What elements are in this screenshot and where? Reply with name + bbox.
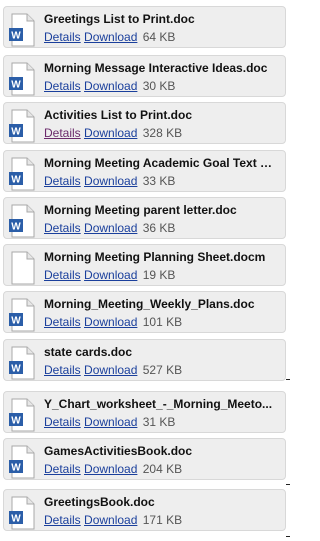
word-doc-icon[interactable]: W — [8, 204, 38, 238]
file-item: W Morning Meeting Academic Goal Text St.… — [3, 150, 286, 192]
file-name[interactable]: Morning Meeting parent letter.doc — [44, 203, 280, 217]
svg-text:W: W — [11, 316, 21, 327]
details-link[interactable]: Details — [44, 174, 81, 188]
word-doc-icon[interactable]: W — [8, 346, 38, 380]
file-size: 64 KB — [142, 30, 176, 44]
word-doc-icon[interactable]: W — [8, 109, 38, 143]
file-list: W Greetings List to Print.doc Details Do… — [0, 0, 290, 541]
file-name[interactable]: Morning Message Interactive Ideas.doc — [44, 61, 280, 75]
word-doc-icon[interactable]: W — [8, 398, 38, 432]
file-size: 31 KB — [142, 415, 176, 429]
file-size: 328 KB — [142, 126, 183, 140]
download-link[interactable]: Download — [84, 30, 137, 44]
svg-text:W: W — [11, 175, 21, 186]
file-actions: Details Download 36 KB — [44, 221, 175, 235]
word-doc-icon[interactable]: W — [8, 157, 38, 191]
download-link[interactable]: Download — [84, 513, 137, 527]
file-actions: Details Download 527 KB — [44, 363, 182, 377]
file-name[interactable]: Morning_Meeting_Weekly_Plans.doc — [44, 297, 280, 311]
details-link[interactable]: Details — [44, 221, 81, 235]
details-link[interactable]: Details — [44, 513, 81, 527]
svg-text:W: W — [11, 463, 21, 474]
file-name[interactable]: state cards.doc — [44, 345, 280, 359]
details-link[interactable]: Details — [44, 315, 81, 329]
details-link[interactable]: Details — [44, 363, 81, 377]
file-size: 33 KB — [142, 174, 176, 188]
divider-mark — [286, 379, 290, 380]
file-name[interactable]: Activities List to Print.doc — [44, 108, 280, 122]
svg-text:W: W — [11, 80, 21, 91]
details-link[interactable]: Details — [44, 30, 81, 44]
file-size: 19 KB — [142, 268, 176, 282]
file-size: 101 KB — [142, 315, 183, 329]
file-name[interactable]: GamesActivitiesBook.doc — [44, 444, 280, 458]
file-actions: Details Download 19 KB — [44, 268, 175, 282]
download-link[interactable]: Download — [84, 462, 137, 476]
details-link[interactable]: Details — [44, 79, 81, 93]
svg-text:W: W — [11, 222, 21, 233]
file-actions: Details Download 33 KB — [44, 174, 175, 188]
file-size: 527 KB — [142, 363, 183, 377]
file-item: W state cards.doc Details Download 527 K… — [3, 339, 286, 381]
file-actions: Details Download 31 KB — [44, 415, 175, 429]
details-link[interactable]: Details — [44, 462, 81, 476]
file-actions: Details Download 328 KB — [44, 126, 182, 140]
file-name[interactable]: GreetingsBook.doc — [44, 495, 280, 509]
file-size: 36 KB — [142, 221, 176, 235]
svg-text:W: W — [11, 364, 21, 375]
file-size: 204 KB — [142, 462, 183, 476]
file-item: W Morning Message Interactive Ideas.doc … — [3, 55, 286, 97]
file-item: W Activities List to Print.doc Details D… — [3, 102, 286, 144]
download-link[interactable]: Download — [84, 79, 137, 93]
word-doc-icon[interactable]: W — [8, 445, 38, 479]
file-size: 30 KB — [142, 79, 176, 93]
file-name[interactable]: Morning Meeting Academic Goal Text St... — [44, 156, 280, 170]
file-name[interactable]: Greetings List to Print.doc — [44, 12, 280, 26]
file-actions: Details Download 30 KB — [44, 79, 175, 93]
details-link[interactable]: Details — [44, 126, 81, 140]
file-item: W Greetings List to Print.doc Details Do… — [3, 6, 286, 48]
word-doc-icon[interactable]: W — [8, 62, 38, 96]
word-doc-icon[interactable]: W — [8, 298, 38, 332]
file-item: W GamesActivitiesBook.doc Details Downlo… — [3, 438, 286, 480]
blank-document-icon[interactable] — [8, 251, 38, 285]
download-link[interactable]: Download — [84, 221, 137, 235]
file-actions: Details Download 171 KB — [44, 513, 182, 527]
file-item: W Morning_Meeting_Weekly_Plans.doc Detai… — [3, 291, 286, 333]
divider-mark — [286, 484, 290, 485]
svg-text:W: W — [11, 416, 21, 427]
word-doc-icon[interactable]: W — [8, 13, 38, 47]
word-doc-icon[interactable]: W — [8, 496, 38, 530]
divider-mark — [286, 536, 290, 537]
svg-text:W: W — [11, 31, 21, 42]
download-link[interactable]: Download — [84, 268, 137, 282]
file-name[interactable]: Morning Meeting Planning Sheet.docm — [44, 250, 280, 264]
svg-text:W: W — [11, 514, 21, 525]
file-item: Morning Meeting Planning Sheet.docm Deta… — [3, 244, 286, 286]
download-link[interactable]: Download — [84, 415, 137, 429]
download-link[interactable]: Download — [84, 363, 137, 377]
svg-text:W: W — [11, 127, 21, 138]
download-link[interactable]: Download — [84, 126, 137, 140]
details-link[interactable]: Details — [44, 415, 81, 429]
file-item: W Y_Chart_worksheet_-_Morning_Meeto... D… — [3, 391, 286, 433]
details-link[interactable]: Details — [44, 268, 81, 282]
file-actions: Details Download 101 KB — [44, 315, 182, 329]
file-actions: Details Download 204 KB — [44, 462, 182, 476]
file-name[interactable]: Y_Chart_worksheet_-_Morning_Meeto... — [44, 397, 280, 411]
file-item: W Morning Meeting parent letter.doc Deta… — [3, 197, 286, 239]
download-link[interactable]: Download — [84, 315, 137, 329]
file-item: W GreetingsBook.doc Details Download 171… — [3, 489, 286, 531]
file-size: 171 KB — [142, 513, 183, 527]
download-link[interactable]: Download — [84, 174, 137, 188]
file-actions: Details Download 64 KB — [44, 30, 175, 44]
